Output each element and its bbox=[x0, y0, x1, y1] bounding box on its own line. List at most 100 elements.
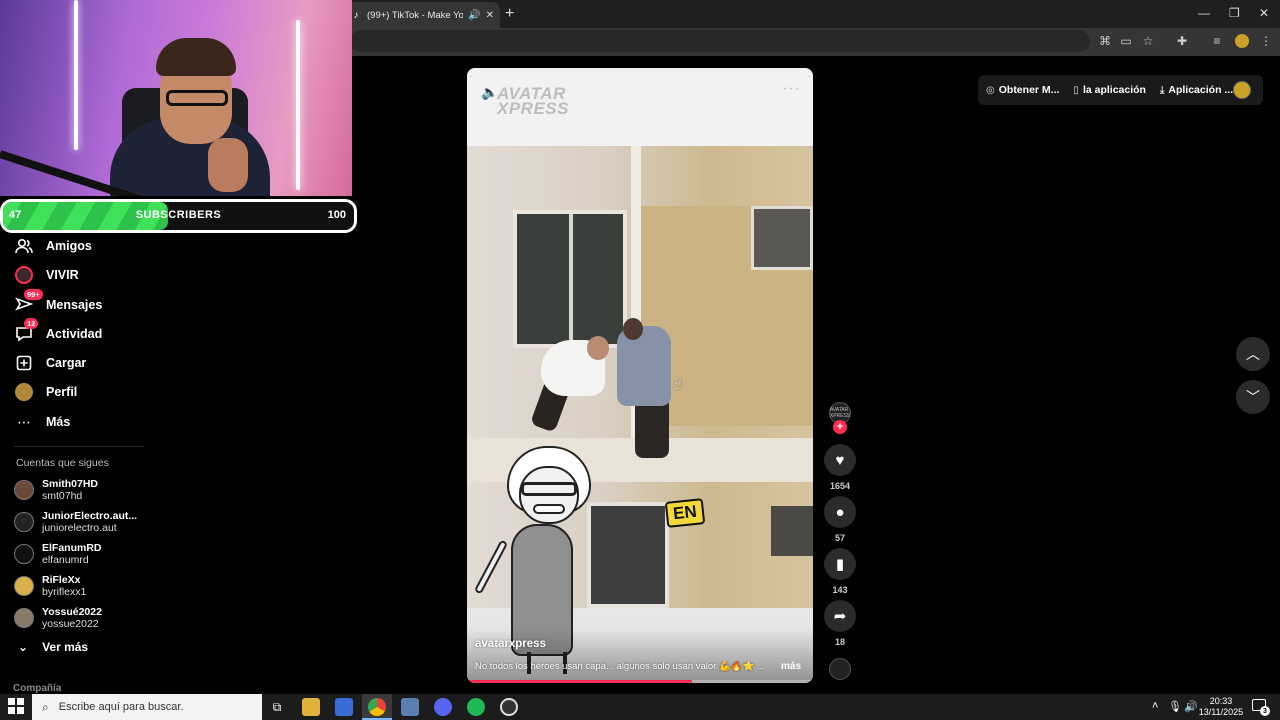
microphone-icon[interactable]: 🎙 bbox=[1168, 700, 1182, 713]
sidebar-item-vivir[interactable]: VIVIR bbox=[14, 264, 79, 286]
sidebar-item-actividad[interactable]: 12 Actividad bbox=[14, 318, 102, 345]
taskbar-search-placeholder: Escribe aquí para buscar. bbox=[58, 701, 184, 713]
task-view-icon[interactable]: ⧉ bbox=[268, 698, 286, 716]
minimize-button[interactable]: — bbox=[1198, 6, 1210, 20]
install-app-icon[interactable]: ▭ bbox=[1118, 33, 1134, 49]
sidebar-item-perfil[interactable]: Perfil bbox=[14, 381, 77, 403]
browser-tab-tiktok[interactable]: ♪ (99+) TikTok - Make Your Day 🔊 ✕ bbox=[344, 2, 500, 28]
like-count: 1654 bbox=[829, 481, 851, 491]
window bbox=[587, 502, 669, 608]
window bbox=[513, 210, 627, 348]
following-title: Cuentas que sigues bbox=[16, 457, 109, 469]
subscriber-label: SUBSCRIBERS bbox=[135, 209, 222, 221]
desktop-app-button[interactable]: ⤓ Aplicación ... bbox=[1160, 84, 1233, 96]
clock-date: 13/11/2025 bbox=[1198, 707, 1244, 717]
comment-button[interactable]: ● bbox=[824, 496, 856, 528]
obs-icon[interactable] bbox=[500, 698, 518, 716]
tab-title: (99+) TikTok - Make Your Day bbox=[367, 9, 464, 21]
close-window-button[interactable]: ✕ bbox=[1259, 6, 1269, 20]
store-icon[interactable] bbox=[335, 698, 353, 716]
sidebar-item-label: VIVIR bbox=[46, 268, 79, 282]
see-more-button[interactable]: ⌄ Ver más bbox=[18, 640, 88, 654]
speaker-icon[interactable]: 🔈 bbox=[481, 84, 498, 101]
caption-more-button[interactable]: más bbox=[781, 661, 801, 672]
subscriber-goal-bar: 47 SUBSCRIBERS 100 bbox=[0, 199, 357, 233]
like-button[interactable]: ♥ bbox=[824, 444, 856, 476]
close-tab-icon[interactable]: ✕ bbox=[486, 10, 494, 21]
previous-video-button[interactable]: ︿ bbox=[1236, 337, 1270, 371]
following-item[interactable]: Yossué2022 yossue2022 bbox=[14, 606, 102, 630]
more-dots-icon: ⋯ bbox=[17, 413, 31, 430]
get-coins-button[interactable]: ◎ Obtener M... bbox=[986, 84, 1059, 96]
app-icon[interactable] bbox=[401, 698, 419, 716]
get-app-button[interactable]: ▯ la aplicación bbox=[1073, 84, 1146, 96]
speaker-icon[interactable]: 🔊 bbox=[468, 10, 480, 21]
new-tab-button[interactable]: + bbox=[505, 5, 514, 23]
profile-avatar-icon bbox=[14, 382, 34, 402]
next-video-button[interactable]: ﹀ bbox=[1236, 380, 1270, 414]
following-item[interactable]: RiFleXx byriflexx1 bbox=[14, 574, 86, 598]
profile-avatar[interactable] bbox=[1233, 81, 1251, 99]
clock[interactable]: 20:33 13/11/2025 bbox=[1196, 696, 1246, 718]
person-head bbox=[587, 336, 609, 360]
bookmark-icon: ▮ bbox=[835, 556, 845, 573]
address-bar[interactable] bbox=[350, 30, 1090, 52]
profile-avatar-icon[interactable] bbox=[1235, 34, 1249, 48]
more-options-icon[interactable]: ··· bbox=[782, 80, 801, 98]
phone-icon: ▯ bbox=[1073, 84, 1079, 96]
taskbar-search[interactable]: ⌕ Escribe aquí para buscar. bbox=[32, 694, 262, 720]
light-strip bbox=[74, 0, 78, 150]
video-progress-bar[interactable] bbox=[467, 680, 813, 683]
chevron-up-icon[interactable]: ˄ bbox=[1152, 700, 1158, 712]
sidebar-item-label: Amigos bbox=[46, 239, 92, 253]
following-item[interactable]: JuniorElectro.aut... juniorelectro.aut bbox=[14, 510, 137, 534]
comment-icon: ● bbox=[835, 503, 845, 521]
following-item[interactable]: Smith07HD smt07hd bbox=[14, 478, 98, 502]
avatar bbox=[14, 480, 34, 500]
sidebar-item-mensajes[interactable]: 99+ Mensajes bbox=[14, 289, 102, 316]
following-handle: smt07hd bbox=[42, 490, 83, 502]
sidebar-item-cargar[interactable]: Cargar bbox=[14, 352, 86, 374]
share-count: 18 bbox=[834, 637, 845, 647]
translate-icon[interactable]: ⌘ bbox=[1097, 33, 1113, 49]
header-actions: ◎ Obtener M... ▯ la aplicación ⤓ Aplicación… bbox=[978, 75, 1263, 105]
messages-icon: 99+ bbox=[14, 289, 43, 315]
live-avatar-icon bbox=[14, 265, 34, 285]
sidebar-item-amigos[interactable]: Amigos bbox=[14, 235, 92, 257]
comment-count: 57 bbox=[834, 533, 845, 543]
search-icon: ⌕ bbox=[42, 699, 49, 714]
video-shade bbox=[467, 628, 813, 683]
restore-button[interactable]: ❐ bbox=[1229, 6, 1240, 20]
sidebar-item-label: Cargar bbox=[46, 356, 87, 370]
extensions-icon[interactable]: ✚ bbox=[1174, 33, 1190, 49]
following-name: Yossué2022 bbox=[42, 606, 102, 618]
bookmark-star-icon[interactable]: ☆ bbox=[1140, 33, 1156, 49]
video-watermark: AVATAR XPRESS bbox=[497, 85, 569, 118]
mouse-cursor-icon: ☝ bbox=[674, 376, 683, 392]
upload-icon bbox=[14, 353, 34, 373]
music-disc-icon[interactable] bbox=[829, 658, 851, 680]
following-name: RiFleXx bbox=[42, 574, 81, 586]
discord-icon[interactable] bbox=[434, 698, 452, 716]
windows-start-icon[interactable] bbox=[8, 698, 24, 714]
company-link[interactable]: Compañía bbox=[13, 683, 61, 694]
kebab-menu-icon[interactable]: ⋮ bbox=[1258, 33, 1274, 49]
media-controls-icon[interactable]: ≡ bbox=[1209, 33, 1225, 49]
following-item[interactable]: ElFanumRD elfanumrd bbox=[14, 542, 102, 566]
save-button[interactable]: ▮ bbox=[824, 548, 856, 580]
sidebar-item-mas[interactable]: ⋯ Más bbox=[14, 411, 70, 433]
watermark-line: XPRESS bbox=[497, 99, 569, 118]
sidebar-item-label: Perfil bbox=[46, 385, 78, 399]
spotify-icon[interactable] bbox=[467, 698, 485, 716]
video-author[interactable]: avatarxpress bbox=[475, 638, 546, 650]
download-icon: ⤓ bbox=[1159, 84, 1165, 96]
file-explorer-icon[interactable] bbox=[302, 698, 320, 716]
messages-badge: 99+ bbox=[24, 289, 43, 300]
follow-plus-icon[interactable]: + bbox=[833, 420, 847, 434]
chrome-icon[interactable] bbox=[368, 698, 386, 716]
friends-icon bbox=[14, 236, 34, 256]
share-button[interactable]: ➦ bbox=[824, 600, 856, 632]
chevron-up-icon: ︿ bbox=[1246, 346, 1260, 362]
avatar bbox=[14, 608, 34, 628]
video-player[interactable]: 🔈 AVATAR XPRESS ··· EN avatarxpress No t… bbox=[467, 68, 813, 683]
